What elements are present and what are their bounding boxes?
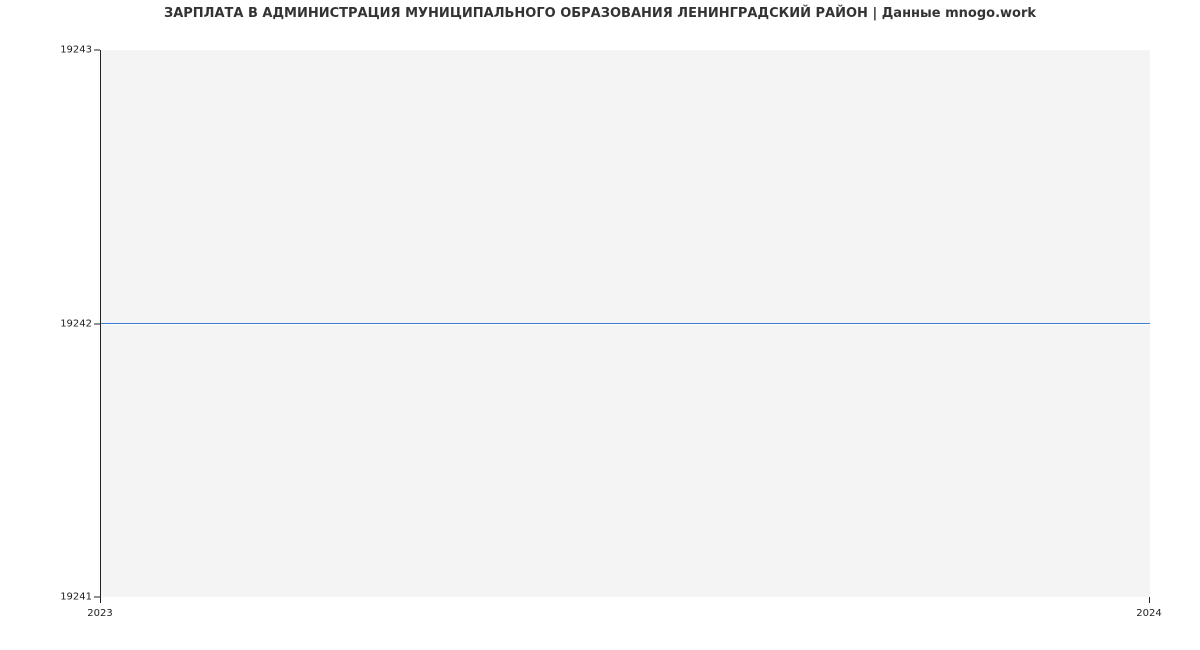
plot-area (100, 50, 1150, 597)
data-line (101, 323, 1150, 325)
x-tick-label: 2023 (87, 608, 112, 619)
y-tick-label: 19242 (60, 318, 92, 329)
y-tick-label: 19241 (60, 592, 92, 603)
y-tick-label: 19243 (60, 45, 92, 56)
chart-container: ЗАРПЛАТА В АДМИНИСТРАЦИЯ МУНИЦИПАЛЬНОГО … (0, 0, 1200, 650)
x-tick-label: 2024 (1136, 608, 1161, 619)
chart-title: ЗАРПЛАТА В АДМИНИСТРАЦИЯ МУНИЦИПАЛЬНОГО … (0, 6, 1200, 21)
x-tick (1149, 597, 1150, 603)
x-tick (100, 597, 101, 603)
